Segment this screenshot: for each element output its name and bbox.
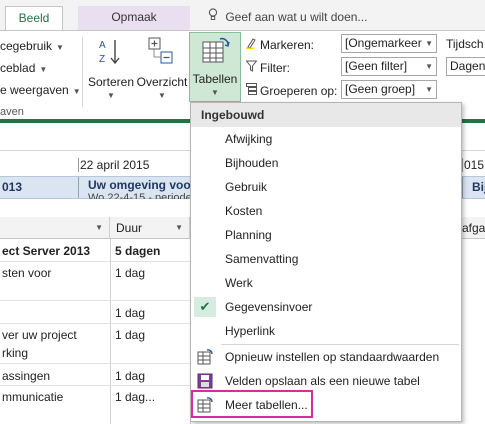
filter-select[interactable]: [Geen filter] ▼ — [341, 57, 437, 76]
markeren-label: Markeren: — [246, 37, 314, 52]
table-row-duur[interactable]: 1 dag... — [115, 389, 155, 405]
chevron-down-icon: ▼ — [211, 88, 219, 97]
menu-section-header: Ingebouwd — [191, 103, 461, 127]
timeline-date-right: 015 — [464, 158, 485, 172]
table-row-duur[interactable]: 1 dag — [115, 327, 145, 343]
menu-item-bijhouden[interactable]: Bijhouden — [191, 151, 461, 175]
menu-item-planning[interactable]: Planning — [191, 223, 461, 247]
overzicht-button[interactable]: Overzicht ▼ — [136, 35, 188, 111]
ribbon-left-item-1[interactable]: cegebruik ▼ — [0, 39, 64, 53]
table-row-name-cont[interactable]: rking — [2, 345, 28, 361]
table-row-duur[interactable]: 1 dag — [115, 305, 145, 321]
table-row-name[interactable]: mmunicatie — [2, 389, 63, 405]
timeline-separator — [78, 177, 79, 198]
svg-text:A: A — [99, 40, 106, 51]
highlight-frame — [191, 390, 313, 418]
ribbon-tab-bar: Beeld Opmaak Geef aan wat u wilt doen... — [0, 0, 485, 30]
table-row-duur[interactable]: 1 dag — [115, 368, 145, 384]
grid-header-duur[interactable]: Duur ▼ — [110, 217, 190, 239]
table-row-duur[interactable]: 5 dagen — [115, 243, 160, 259]
overzicht-label: Overzicht — [136, 75, 188, 89]
tijdschaal-select[interactable]: Dagen — [446, 57, 485, 76]
tijdschaal-label: Tijdsch — [446, 37, 484, 51]
table-row-name[interactable]: sten voor — [2, 265, 51, 281]
highlight-icon — [246, 37, 260, 52]
timeline-tick — [78, 158, 79, 172]
sorteren-label: Sorteren — [87, 75, 135, 89]
menu-item-gebruik[interactable]: Gebruik — [191, 175, 461, 199]
table-row-name[interactable]: ver uw project — [2, 327, 77, 343]
groeperen-label: Groeperen op: — [246, 83, 337, 98]
grid-header-right[interactable]: afgaa — [460, 217, 485, 239]
grid-column-line — [110, 239, 111, 424]
ribbon-left-item-3[interactable]: e weergaven ▼ — [0, 83, 81, 97]
filter-label: Filter: — [245, 60, 290, 75]
ribbon-left-item-2[interactable]: ceblad ▼ — [0, 61, 47, 75]
ribbon-group-label: aven — [0, 106, 24, 118]
groeperen-select[interactable]: [Geen groep] ▼ — [341, 80, 437, 99]
save-table-icon — [197, 373, 213, 389]
row-divider — [0, 385, 190, 386]
markeren-select[interactable]: [Ongemarkeer ▼ — [341, 34, 437, 53]
timeline-year-cell: 013 — [2, 180, 23, 194]
sorteren-button[interactable]: A Z Sorteren ▼ — [86, 35, 136, 111]
table-row-name[interactable]: ect Server 2013 — [2, 243, 90, 259]
timeline-date-left: 22 april 2015 — [80, 158, 150, 172]
timeline-right-cut: Bij — [472, 180, 485, 194]
menu-item-werk[interactable]: Werk — [191, 271, 461, 295]
reset-table-icon — [197, 349, 213, 365]
tabellen-button[interactable]: Tabellen ▼ — [189, 32, 241, 102]
svg-text:Z: Z — [99, 54, 105, 65]
checkmark-icon: ✔ — [194, 297, 216, 317]
table-icon — [202, 37, 230, 68]
menu-item-kosten[interactable]: Kosten — [191, 199, 461, 223]
menu-item-afwijking[interactable]: Afwijking — [191, 127, 461, 151]
menu-item-gegevensinvoer[interactable]: ✔ Gegevensinvoer — [191, 295, 461, 319]
timeline-task-sub: Wo 22-4-15 - periode — [88, 192, 192, 199]
tell-me-box[interactable]: Geef aan wat u wilt doen... — [208, 6, 367, 28]
lightbulb-icon — [208, 6, 222, 28]
tell-me-placeholder: Geef aan wat u wilt doen... — [225, 10, 368, 24]
tabellen-label: Tabellen — [192, 72, 238, 86]
tab-opmaak[interactable]: Opmaak — [78, 6, 190, 30]
tabellen-dropdown-menu: Ingebouwd Afwijking Bijhouden Gebruik Ko… — [190, 102, 462, 422]
filter-icon — [245, 60, 260, 75]
table-row-name[interactable]: assingen — [2, 368, 50, 384]
timeline-tick — [462, 158, 463, 172]
timeline-separator — [462, 177, 463, 198]
row-divider — [0, 261, 190, 262]
menu-action-reset[interactable]: Opnieuw instellen op standaardwaarden — [191, 345, 461, 369]
sort-icon: A Z — [99, 37, 123, 70]
chevron-down-icon: ▼ — [158, 91, 166, 100]
chevron-down-icon: ▼ — [107, 91, 115, 100]
outline-icon — [148, 37, 174, 68]
row-divider — [0, 363, 190, 364]
row-divider — [0, 323, 190, 324]
row-divider — [0, 300, 190, 301]
timeline-task-text[interactable]: Uw omgeving voort — [88, 178, 199, 192]
tab-beeld[interactable]: Beeld — [5, 6, 63, 30]
menu-item-hyperlink[interactable]: Hyperlink — [191, 319, 461, 343]
grid-header-name[interactable]: ▼ — [0, 217, 110, 239]
ribbon-divider — [82, 37, 83, 107]
menu-item-samenvatting[interactable]: Samenvatting — [191, 247, 461, 271]
table-row-duur[interactable]: 1 dag — [115, 265, 145, 281]
group-icon — [246, 83, 260, 98]
